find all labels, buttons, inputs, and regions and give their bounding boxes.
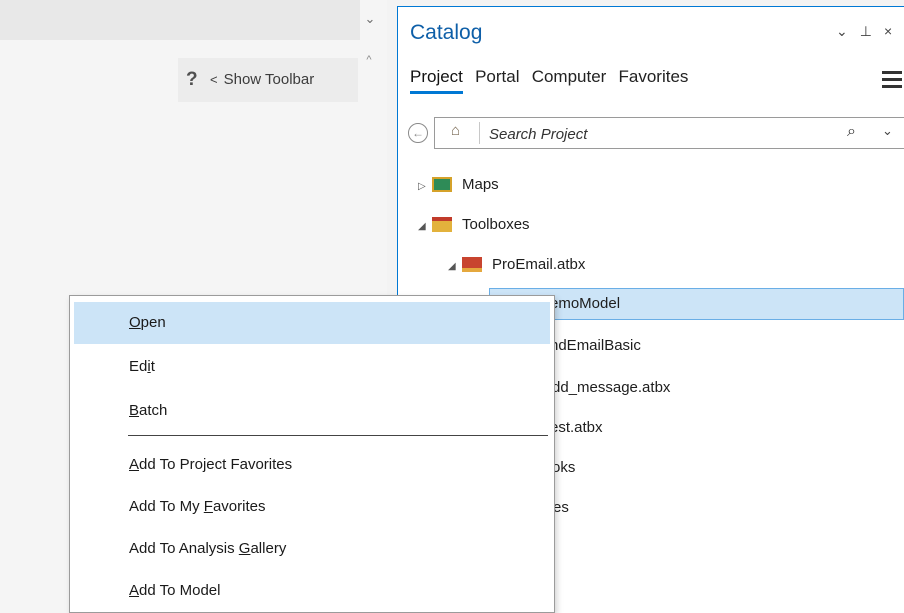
tree-item-notebooks[interactable]: oks <box>552 453 575 483</box>
menu-item-add-to-my-favorites[interactable]: Add To My Favorites <box>74 486 550 528</box>
pane-controls: ⌄ ⊥ × <box>836 23 904 40</box>
tree-item-label: es <box>553 499 569 516</box>
toolbox-icon <box>462 256 482 272</box>
tree-item-label: Maps <box>462 176 499 193</box>
tree-item-add-message[interactable]: dd_message.atbx <box>552 373 670 403</box>
back-icon[interactable]: ← <box>408 123 428 143</box>
maps-folder-icon <box>432 176 452 192</box>
search-options-icon[interactable]: ⌄ <box>882 123 893 139</box>
tree-item-maps[interactable]: ▷ Maps <box>418 170 499 200</box>
tree-item-label: oks <box>552 459 576 476</box>
search-input[interactable] <box>487 120 821 148</box>
tree-item-toolboxes[interactable]: ◢ Toolboxes <box>418 210 530 240</box>
hamburger-menu-icon[interactable] <box>882 71 902 89</box>
toolboxes-folder-icon <box>432 216 452 232</box>
home-icon[interactable]: ⌂ <box>451 122 460 139</box>
tree-item-label: ProEmail.atbx <box>492 256 586 273</box>
tree-item-sendemailbasic[interactable]: ndEmailBasic <box>550 331 641 361</box>
menu-separator <box>128 435 548 436</box>
help-icon[interactable]: ? <box>186 68 198 92</box>
chevron-down-icon[interactable]: ⌄ <box>362 12 378 26</box>
catalog-title: Catalog <box>410 21 483 44</box>
menu-item-open[interactable]: Open <box>74 302 550 344</box>
tab-portal[interactable]: Portal <box>475 67 519 91</box>
tree-item-label: ndEmailBasic <box>550 337 641 354</box>
tab-favorites[interactable]: Favorites <box>619 67 689 91</box>
tree-item-label: emoModel <box>550 295 621 312</box>
menu-item-edit[interactable]: Edit <box>74 346 550 388</box>
tree-item-styles[interactable]: es <box>553 493 569 523</box>
collapse-icon[interactable]: ◢ <box>418 212 432 242</box>
tab-computer[interactable]: Computer <box>532 67 607 91</box>
close-icon[interactable]: × <box>884 23 892 39</box>
pin-icon[interactable]: ⊥ <box>860 23 872 39</box>
show-toolbar-label: Show Toolbar <box>223 71 315 88</box>
expand-icon[interactable]: ▷ <box>418 172 432 202</box>
context-menu: Open Edit Batch Add To Project Favorites… <box>69 295 555 613</box>
tree-item-label: est.atbx <box>550 419 603 436</box>
search-bar: ⌂ ⌕ ⌄ <box>434 117 904 149</box>
tree-item-proemail[interactable]: ◢ ProEmail.atbx <box>448 250 585 280</box>
pane-options-icon[interactable]: ⌄ <box>836 23 848 39</box>
tree-item-test[interactable]: est.atbx <box>550 413 603 443</box>
tab-project[interactable]: Project <box>410 67 463 94</box>
catalog-tabs: Project Portal Computer Favorites <box>410 67 696 94</box>
show-toolbar-button[interactable]: < Show Toolbar <box>210 68 314 92</box>
scroll-up-icon[interactable]: ^ <box>362 54 376 68</box>
tree-item-demomodel[interactable]: emoModel <box>550 289 620 319</box>
search-divider <box>479 122 480 144</box>
collapse-icon[interactable]: ◢ <box>448 252 462 282</box>
menu-item-add-to-model[interactable]: Add To Model <box>74 570 550 612</box>
tree-item-label: Toolboxes <box>462 216 530 233</box>
menu-item-add-to-project-favorites[interactable]: Add To Project Favorites <box>74 444 550 486</box>
tree-item-label: dd_message.atbx <box>552 379 671 396</box>
menu-item-add-to-analysis-gallery[interactable]: Add To Analysis Gallery <box>74 528 550 570</box>
chevron-left-icon: < <box>210 72 218 87</box>
left-top-bar <box>0 0 360 40</box>
menu-item-batch[interactable]: Batch <box>74 390 550 432</box>
search-icon[interactable]: ⌕ <box>847 123 856 141</box>
